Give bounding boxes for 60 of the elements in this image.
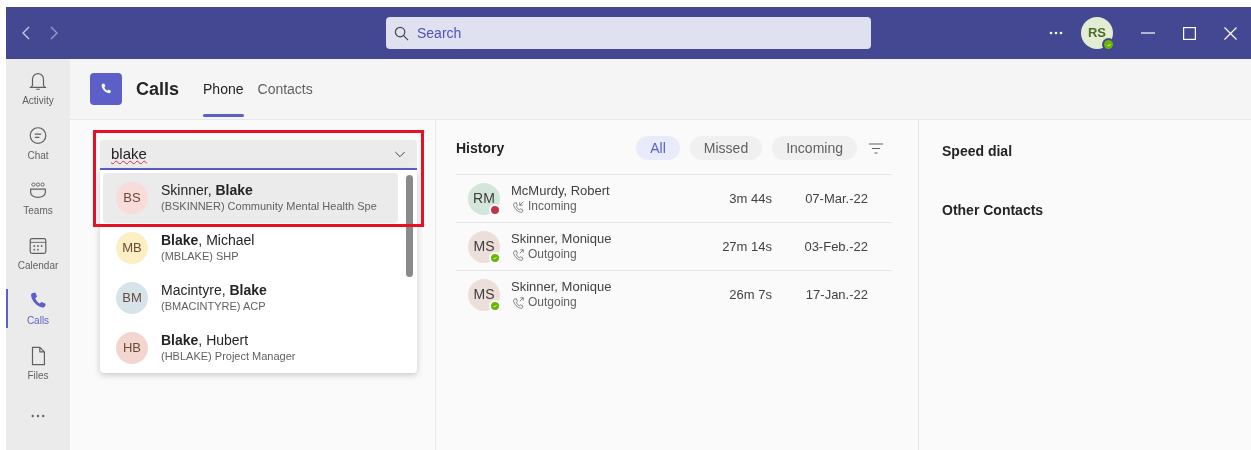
rail-item[interactable]: Teams — [6, 171, 70, 226]
contact-detail: (BSKINNER) Community Mental Health Spe — [161, 199, 377, 214]
caller-name: McMurdy, Robert — [511, 182, 610, 200]
caller-name: Skinner, Monique — [511, 278, 612, 296]
rail-item[interactable]: Calendar — [6, 226, 70, 281]
contact-detail: (MBLAKE) SHP — [161, 249, 240, 264]
contact-avatar: MS — [468, 230, 500, 263]
call-duration: 27m 14s — [722, 237, 772, 256]
page-title: Calls — [136, 77, 180, 101]
call-type: Outgoing — [528, 247, 577, 263]
section-heading: Speed dial — [942, 142, 1014, 161]
more-options-icon[interactable] — [1049, 31, 1063, 35]
rail-item[interactable]: Activity — [6, 61, 70, 116]
rail-item[interactable]: Chat — [6, 116, 70, 171]
contact-name: Macintyre, Blake — [161, 282, 267, 300]
call-duration: 26m 7s — [729, 285, 772, 304]
search-icon — [394, 25, 409, 41]
call-history-row[interactable]: MS Skinner, Monique Outgoing 26m 7s 17-Jan.-22 — [456, 270, 892, 318]
contact-name: Blake, Hubert — [161, 332, 250, 350]
maximize-icon[interactable] — [1183, 26, 1196, 40]
call-date: 07-Mar.-22 — [804, 189, 868, 208]
search-field[interactable]: Search — [386, 17, 871, 49]
filter-chip[interactable]: Incoming — [772, 136, 857, 160]
back-icon[interactable] — [22, 26, 30, 40]
rail-item[interactable]: Calls — [6, 281, 70, 336]
forward-icon[interactable] — [50, 26, 58, 40]
contact-result[interactable]: BS Skinner, Blake (BSKINNER) Community Mental Health Spe — [103, 173, 398, 223]
contact-name: Blake, Michael — [161, 232, 255, 250]
call-date: 17-Jan.-22 — [804, 285, 868, 304]
call-date: 03-Feb.-22 — [803, 237, 868, 256]
chat-icon — [27, 124, 49, 147]
calls-app-icon — [90, 73, 122, 105]
filter-icon[interactable] — [869, 142, 883, 154]
section-heading: Other Contacts — [942, 201, 1045, 220]
contact-detail: (BMACINTYRE) ACP — [161, 299, 267, 314]
contact-avatar: MB — [116, 232, 148, 264]
call-type: Outgoing — [528, 295, 577, 311]
history-heading: History — [456, 138, 505, 158]
call-type: Incoming — [528, 199, 577, 215]
rail-item[interactable]: Files — [6, 336, 70, 391]
call-duration: 3m 44s — [729, 189, 772, 208]
caller-name: Skinner, Monique — [511, 230, 612, 248]
filter-chip[interactable]: Missed — [689, 136, 763, 160]
tab[interactable]: Phone — [203, 59, 244, 119]
close-icon[interactable] — [1224, 26, 1237, 40]
contact-name: Skinner, Blake — [161, 182, 254, 200]
contact-avatar: MS — [468, 278, 500, 311]
search-placeholder: Search — [417, 23, 462, 43]
contact-avatar: RM — [468, 182, 500, 215]
call-history-row[interactable]: MS Skinner, Monique Outgoing 27m 14s 03-Feb.-22 — [456, 222, 892, 270]
user-avatar[interactable]: RS — [1081, 17, 1113, 49]
contact-avatar: BM — [116, 282, 148, 314]
filter-chip[interactable]: All — [636, 136, 680, 160]
tab[interactable]: Contacts — [257, 59, 313, 119]
contact-avatar: HB — [116, 332, 148, 364]
dial-search-field[interactable]: blake — [100, 140, 417, 170]
scrollbar-thumb[interactable] — [406, 175, 413, 277]
call-history-row[interactable]: RM McMurdy, Robert Incoming 3m 44s 07-Mar.-22 — [456, 174, 892, 222]
contact-avatar: BS — [116, 182, 148, 214]
contact-detail: (HBLAKE) Project Manager — [161, 349, 296, 364]
